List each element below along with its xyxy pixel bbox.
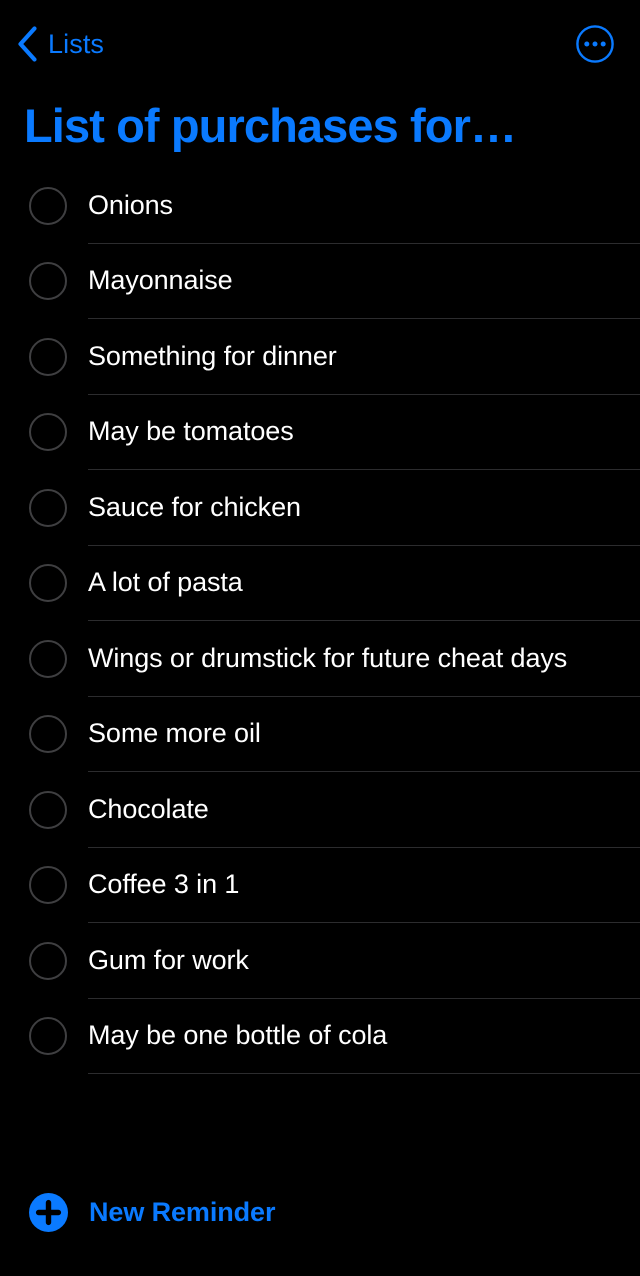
reminder-complete-toggle[interactable] <box>29 488 67 527</box>
reminder-title: Something for dinner <box>88 340 337 371</box>
list-item[interactable]: May be tomatoes <box>0 395 640 471</box>
reminder-complete-toggle[interactable] <box>29 564 67 603</box>
reminder-title: Gum for work <box>88 944 249 975</box>
new-reminder-button[interactable]: New Reminder <box>29 1192 275 1232</box>
list-item[interactable]: Something for dinner <box>0 319 640 395</box>
reminder-complete-toggle[interactable] <box>29 1017 67 1056</box>
list-item[interactable]: A lot of pasta <box>0 546 640 622</box>
reminder-title: Some more oil <box>88 718 261 749</box>
reminder-complete-toggle[interactable] <box>29 866 67 905</box>
reminder-title: Mayonnaise <box>88 265 233 296</box>
list-item[interactable]: Coffee 3 in 1 <box>0 848 640 924</box>
plus-circle-icon <box>29 1192 68 1232</box>
list-item[interactable]: Mayonnaise <box>0 244 640 320</box>
reminder-complete-toggle[interactable] <box>29 715 67 754</box>
reminder-complete-toggle[interactable] <box>29 941 67 980</box>
reminder-complete-toggle[interactable] <box>29 186 67 225</box>
reminder-title: Wings or drumstick for future cheat days <box>88 642 568 673</box>
list-item[interactable]: Wings or drumstick for future cheat days <box>0 621 640 697</box>
reminder-complete-toggle[interactable] <box>29 262 67 301</box>
page-title: List of purchases for… <box>24 98 517 152</box>
reminder-complete-toggle[interactable] <box>29 790 67 829</box>
new-reminder-label: New Reminder <box>89 1196 276 1227</box>
back-button-label: Lists <box>48 28 105 59</box>
list-item[interactable]: Chocolate <box>0 772 640 848</box>
chevron-left-icon <box>18 26 37 62</box>
reminder-complete-toggle[interactable] <box>29 337 67 376</box>
reminder-title: A lot of pasta <box>88 567 243 598</box>
list-item[interactable]: May be one bottle of cola <box>0 999 640 1075</box>
back-button[interactable]: Lists <box>12 20 104 68</box>
reminder-title: May be one bottle of cola <box>88 1020 388 1051</box>
reminder-title: Coffee 3 in 1 <box>88 869 240 900</box>
list-item[interactable]: Sauce for chicken <box>0 470 640 546</box>
reminder-complete-toggle[interactable] <box>29 639 67 678</box>
list-item[interactable]: Onions <box>0 168 640 244</box>
reminder-title: Sauce for chicken <box>88 491 301 522</box>
reminder-complete-toggle[interactable] <box>29 413 67 452</box>
reminder-title: Onions <box>88 189 173 220</box>
list-item[interactable]: Gum for work <box>0 923 640 999</box>
list-item[interactable]: Some more oil <box>0 697 640 773</box>
reminder-title: Chocolate <box>88 793 209 824</box>
ellipsis-circle-icon[interactable] <box>575 24 615 64</box>
reminder-title: May be tomatoes <box>88 416 294 447</box>
reminder-list: Onions Mayonnaise Something for dinner M… <box>0 168 640 1074</box>
navigation-bar: Lists <box>0 0 640 88</box>
